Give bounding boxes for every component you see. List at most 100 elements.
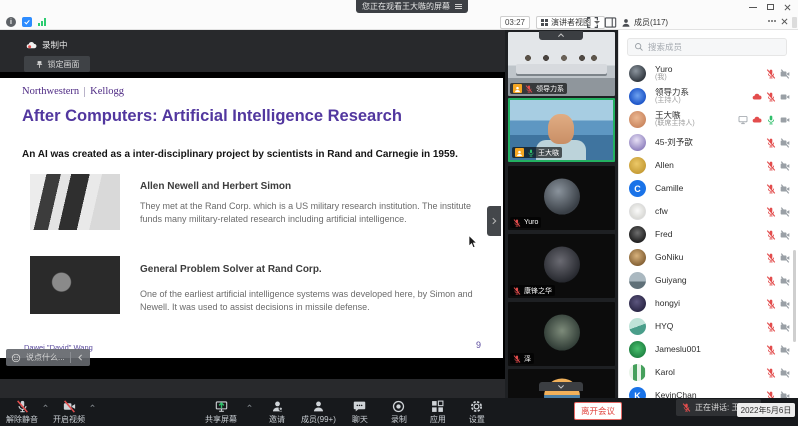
invite-button[interactable]: 邀请 — [262, 400, 292, 425]
panel-more-button[interactable] — [768, 20, 776, 22]
window-minimize-button[interactable] — [747, 2, 758, 12]
video-tile-5[interactable]: 泽 — [508, 302, 615, 366]
unmute-button[interactable]: 解除静音 — [6, 400, 38, 425]
camera-off-icon — [780, 345, 790, 355]
member-row[interactable]: C Camille — [619, 177, 798, 200]
meeting-timer: 03:27 — [500, 16, 530, 29]
avatar — [544, 179, 580, 215]
member-name: 王大嗾 — [655, 111, 738, 120]
camera-off-icon — [780, 299, 790, 309]
tile-name-label: 康锋之华 — [524, 286, 552, 296]
video-tile-active-speaker[interactable]: 王大嗾 — [508, 98, 615, 162]
watching-screen-banner[interactable]: 您正在观看王大嗾的屏幕 — [356, 0, 468, 13]
member-row[interactable]: 领导力系(主持人) — [619, 85, 798, 108]
camera-off-icon — [780, 253, 790, 263]
pin-icon — [35, 60, 44, 69]
record-button[interactable]: 录制 — [384, 400, 414, 425]
section1-body: They met at the Rand Corp. which is a US… — [140, 200, 480, 225]
cloud-recording-icon — [752, 92, 762, 102]
members-count-button[interactable]: 成员(117) — [621, 16, 668, 29]
member-row[interactable]: 王大嗾(联席主持人) — [619, 108, 798, 131]
layout-toggle-button[interactable] — [604, 16, 617, 29]
member-role: (我) — [655, 74, 766, 82]
apps-button[interactable]: 应用 — [423, 400, 453, 425]
fullscreen-button[interactable] — [586, 16, 599, 29]
member-row[interactable]: hongyi — [619, 292, 798, 315]
search-members-box[interactable] — [627, 38, 787, 56]
member-row[interactable]: cfw — [619, 200, 798, 223]
member-row[interactable]: Allen — [619, 154, 798, 177]
chat-button[interactable]: 聊天 — [345, 400, 375, 425]
avatar — [544, 247, 580, 283]
member-row[interactable]: Guiyang — [619, 269, 798, 292]
presentation-slide: Northwestern Kellogg After Computers: Ar… — [0, 78, 503, 358]
start-video-button[interactable]: 开启视频 — [53, 400, 85, 425]
filmstrip-expand-button[interactable] — [539, 382, 583, 391]
members-button[interactable]: 成员(99+) — [301, 400, 336, 425]
mic-muted-icon — [766, 69, 776, 79]
logo-kellogg: Kellogg — [90, 86, 124, 97]
video-tile-leader[interactable]: 领导力系 — [508, 32, 615, 96]
banner-menu-icon[interactable] — [455, 4, 462, 9]
participants-panel: Yuro(我) 领导力系(主持人) 王大嗾(联席主持人) — [618, 30, 798, 398]
panel-grip[interactable] — [792, 17, 797, 28]
avatar — [629, 295, 646, 312]
participant-badge-icon — [515, 148, 524, 157]
mic-muted-icon — [513, 287, 521, 295]
cloud-recording-icon — [26, 40, 37, 51]
camera-off-icon — [780, 184, 790, 194]
camera-off-icon — [780, 69, 790, 79]
security-shield-icon[interactable] — [22, 17, 32, 27]
member-row[interactable]: HYQ — [619, 315, 798, 338]
video-tile-yuro[interactable]: Yuro — [508, 166, 615, 230]
invite-label: 邀请 — [269, 414, 285, 425]
member-row[interactable]: GoNiku — [619, 246, 798, 269]
side-panel-expander[interactable] — [487, 206, 501, 236]
window-maximize-button[interactable] — [765, 2, 776, 12]
member-name: GoNiku — [655, 253, 766, 262]
emoji-icon[interactable] — [11, 353, 21, 363]
camera-off-icon — [780, 322, 790, 332]
video-tile-4[interactable]: 康锋之华 — [508, 234, 615, 298]
leave-meeting-button[interactable]: 离开会议 — [574, 402, 622, 420]
mic-options-caret-icon[interactable] — [42, 403, 49, 409]
member-name: Jameslu001 — [655, 345, 766, 354]
camera-off-icon — [780, 230, 790, 240]
mic-muted-icon — [513, 355, 521, 363]
filmstrip-collapse-button[interactable] — [539, 31, 583, 40]
section2-heading: General Problem Solver at Rand Corp. — [140, 264, 322, 275]
search-members-input[interactable] — [648, 42, 768, 52]
member-name: HYQ — [655, 322, 766, 331]
member-name: Allen — [655, 161, 766, 170]
member-row[interactable]: Yuro(我) — [619, 62, 798, 85]
section2-body: One of the earliest artificial intellige… — [140, 288, 480, 313]
quick-chat-placeholder[interactable]: 说点什么... — [26, 352, 65, 363]
collapse-chat-icon[interactable] — [76, 353, 85, 362]
member-role: (主持人) — [655, 97, 752, 105]
member-row[interactable]: Fred — [619, 223, 798, 246]
member-name: Fred — [655, 230, 766, 239]
camera-off-icon — [780, 276, 790, 286]
avatar — [629, 272, 646, 289]
member-name: Guiyang — [655, 276, 766, 285]
share-screen-button[interactable]: 共享屏幕 — [205, 400, 237, 425]
quick-chat-bar[interactable]: 说点什么... — [6, 349, 90, 366]
mic-muted-icon — [766, 322, 776, 332]
panel-close-button[interactable] — [780, 17, 790, 27]
settings-button[interactable]: 设置 — [462, 400, 492, 425]
bottom-toolbar: 解除静音 开启视频 共享屏幕 邀请 成员(99+) — [0, 398, 798, 426]
member-name: Yuro — [655, 65, 766, 74]
lock-screen-button[interactable]: 锁定画面 — [24, 56, 90, 72]
member-row[interactable]: 45-刘予歆 — [619, 131, 798, 154]
share-options-caret-icon[interactable] — [246, 403, 253, 409]
window-close-button[interactable] — [782, 2, 793, 12]
meeting-info-icon[interactable]: i — [6, 17, 16, 27]
member-row[interactable]: Karol — [619, 361, 798, 384]
member-row[interactable]: Jameslu001 — [619, 338, 798, 361]
video-options-caret-icon[interactable] — [89, 403, 96, 409]
mouse-cursor — [468, 235, 478, 249]
share-viewport: Northwestern Kellogg After Computers: Ar… — [0, 72, 505, 379]
members-scrollbar[interactable] — [793, 250, 796, 342]
avatar — [629, 364, 646, 381]
member-name: hongyi — [655, 299, 766, 308]
